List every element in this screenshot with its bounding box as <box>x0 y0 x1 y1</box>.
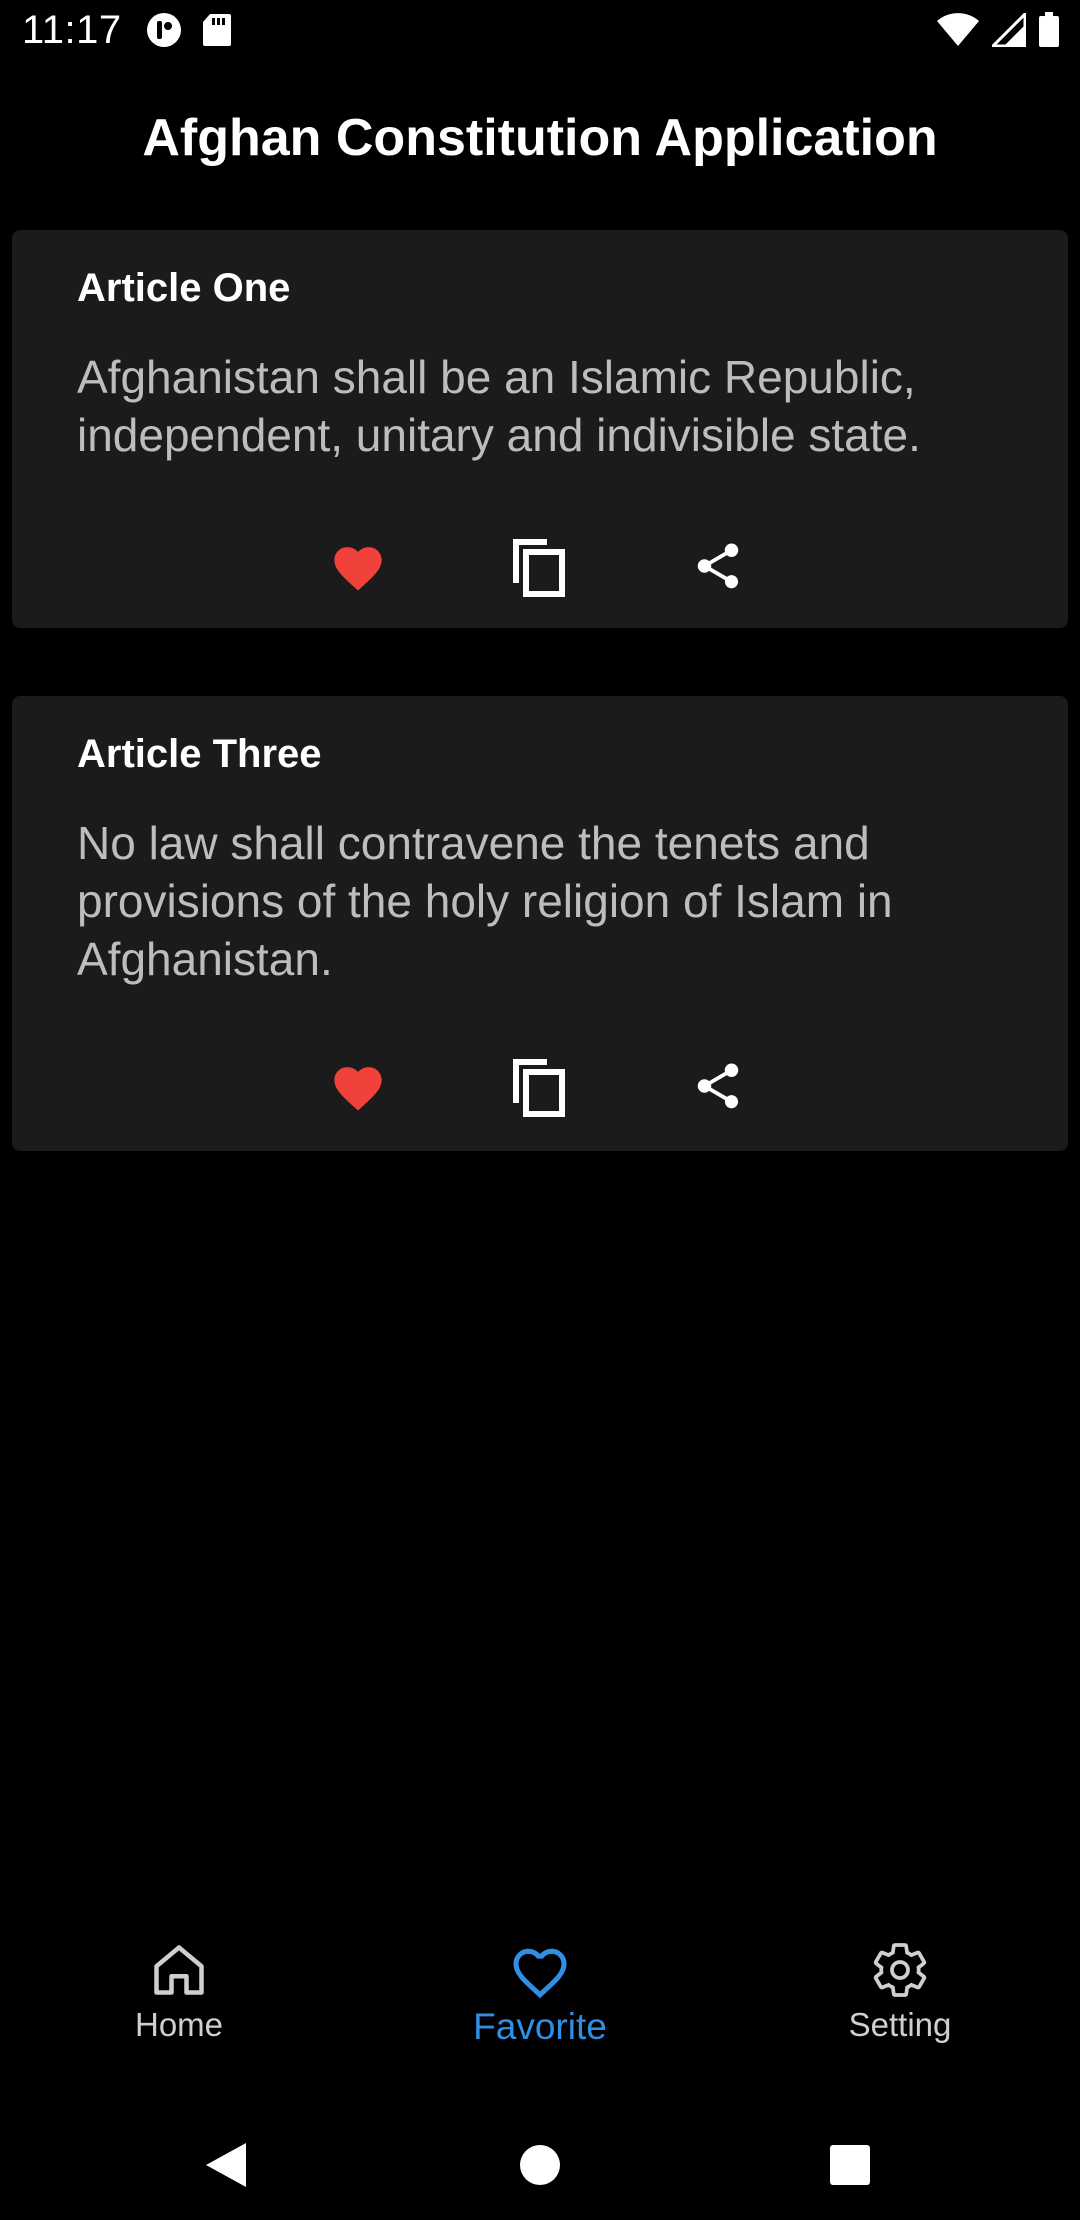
heart-filled-icon <box>334 547 382 591</box>
share-button[interactable] <box>678 1046 758 1126</box>
copy-button[interactable] <box>498 526 578 606</box>
copy-icon <box>513 539 565 597</box>
favorite-button[interactable] <box>318 526 398 606</box>
sd-card-icon <box>202 13 232 52</box>
article-title: Article One <box>77 266 291 310</box>
heart-outline-icon <box>513 1948 567 1999</box>
heart-filled-icon <box>334 1067 382 1111</box>
copy-icon <box>513 1059 565 1117</box>
article-card: Article One Afghanistan shall be an Isla… <box>12 230 1068 628</box>
article-text: Afghanistan shall be an Islamic Republic… <box>77 351 921 461</box>
back-icon <box>206 2143 246 2187</box>
article-text: No law shall contravene the tenets and p… <box>77 817 893 985</box>
back-button[interactable] <box>186 2130 266 2200</box>
bottom-navigation: Home Favorite Setting <box>0 1940 1080 2080</box>
nav-favorite-label: Favorite <box>473 2006 607 2047</box>
wifi-icon <box>936 13 980 52</box>
nav-home-label: Home <box>134 2006 224 2043</box>
favorite-button[interactable] <box>318 1046 398 1126</box>
gear-icon <box>873 1943 927 1997</box>
nav-setting-label: Setting <box>848 2006 952 2043</box>
share-icon <box>697 543 739 589</box>
nav-favorite[interactable]: Favorite <box>410 1940 670 2080</box>
recents-button[interactable] <box>810 2130 890 2200</box>
battery-icon <box>1038 12 1060 53</box>
nav-setting[interactable]: Setting <box>770 1940 1030 2080</box>
signal-icon <box>989 10 1027 52</box>
copy-button[interactable] <box>498 1046 578 1126</box>
home-circle-icon <box>520 2145 560 2185</box>
share-icon <box>697 1063 739 1109</box>
nav-home[interactable]: Home <box>49 1940 309 2080</box>
notification-app-icon <box>146 12 182 53</box>
status-bar: 11:17 <box>0 0 1080 66</box>
share-button[interactable] <box>678 526 758 606</box>
status-time: 11:17 <box>22 8 122 52</box>
app-title: Afghan Constitution Application <box>142 109 938 167</box>
system-navigation-bar <box>0 2110 1080 2220</box>
home-icon <box>154 1945 204 1995</box>
home-system-button[interactable] <box>500 2130 580 2200</box>
article-title: Article Three <box>77 732 322 776</box>
recents-square-icon <box>830 2145 870 2185</box>
article-card: Article Three No law shall contravene th… <box>12 696 1068 1151</box>
